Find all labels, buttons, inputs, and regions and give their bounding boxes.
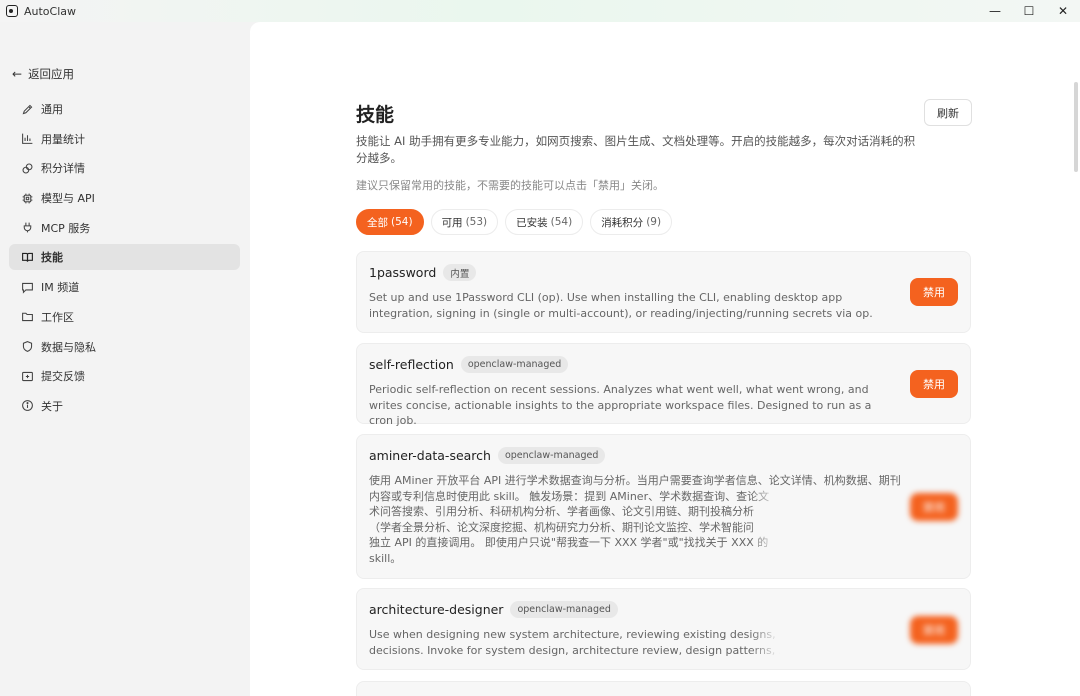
title-bar: AutoClaw — ☐ ✕ xyxy=(0,0,1080,22)
tab-count: (54) xyxy=(550,216,573,228)
chat-icon xyxy=(20,280,34,294)
skill-badge: openclaw-managed xyxy=(460,356,569,373)
sidebar-item-about[interactable]: 关于 xyxy=(9,393,240,419)
app-logo-icon xyxy=(6,5,18,17)
sidebar-item-label: 关于 xyxy=(41,399,63,413)
description-line: 使用 AMiner 开放平台 API 进行学术数据查询与分析。当用户需要查询学者… xyxy=(369,474,901,487)
plug-icon xyxy=(20,221,34,235)
filter-tabs: 全部 (54) 可用 (53) 已安装 (54) 消耗积分 (9) xyxy=(356,209,679,235)
coins-icon xyxy=(20,161,34,175)
tab-label: 可用 xyxy=(441,216,463,229)
sidebar-item-label: 技能 xyxy=(41,251,63,265)
tab-count: (53) xyxy=(465,216,488,228)
shield-icon xyxy=(20,340,34,354)
back-label: 返回应用 xyxy=(28,67,75,81)
sidebar-item-workspace[interactable]: 工作区 xyxy=(9,304,240,330)
pencil-icon xyxy=(20,102,34,116)
sidebar-item-label: IM 频道 xyxy=(41,281,80,295)
minimize-button[interactable]: — xyxy=(978,0,1012,22)
tab-available[interactable]: 可用 (53) xyxy=(430,209,499,235)
skill-badge: openclaw-managed xyxy=(510,601,618,618)
sidebar-item-label: 积分详情 xyxy=(41,162,85,176)
sidebar: ← 返回应用 通用 用量统计 积分详情 模型与 API MCP 服务 技能 IM… xyxy=(0,22,250,696)
skill-card-architecture-designer: architecture-designer openclaw-managed U… xyxy=(356,588,971,670)
skill-card-aminer-data-search: aminer-data-search openclaw-managed 使用 A… xyxy=(356,434,971,579)
window-controls: — ☐ ✕ xyxy=(978,0,1080,22)
page-title: 技能 xyxy=(356,104,395,126)
tab-label: 已安装 xyxy=(516,216,548,229)
sidebar-item-label: 工作区 xyxy=(41,310,74,324)
arrow-left-icon: ← xyxy=(12,67,23,81)
sidebar-item-models-api[interactable]: 模型与 API xyxy=(9,185,240,211)
tab-label: 全部 xyxy=(367,216,388,229)
chip-icon xyxy=(20,191,34,205)
skill-name: 1password xyxy=(369,265,437,280)
sidebar-item-skills[interactable]: 技能 xyxy=(9,244,240,271)
sidebar-item-label: MCP 服务 xyxy=(41,221,91,235)
bar-chart-icon xyxy=(20,132,34,146)
skill-card-self-reflection: self-reflection openclaw-managed Periodi… xyxy=(356,343,971,427)
info-icon xyxy=(20,399,34,413)
main-panel: 技能 刷新 技能让 AI 助手拥有更多专业能力，如网页搜索、图片生成、文档处理等… xyxy=(250,22,1080,696)
settings-nav: 通用 用量统计 积分详情 模型与 API MCP 服务 技能 IM 频道 工作区… xyxy=(9,96,240,423)
sidebar-item-label: 通用 xyxy=(41,103,63,116)
sidebar-item-label: 模型与 API xyxy=(41,192,95,206)
skill-description: Set up and use 1Password CLI (op). Use w… xyxy=(369,291,873,320)
window-title: AutoClaw xyxy=(24,4,77,18)
skill-card-1password: 1password 内置 Set up and use 1Password CL… xyxy=(356,251,971,333)
skill-badge: 内置 xyxy=(443,264,477,281)
tab-consumes-points[interactable]: 消耗积分 (9) xyxy=(590,209,673,235)
sidebar-item-data-privacy[interactable]: 数据与隐私 xyxy=(9,334,240,360)
back-to-app-link[interactable]: ← 返回应用 xyxy=(12,66,74,82)
page-hint: 建议只保留常用的技能，不需要的技能可以点击「禁用」关闭。 xyxy=(356,179,664,192)
sidebar-item-mcp[interactable]: MCP 服务 xyxy=(9,215,240,241)
tab-label: 消耗积分 xyxy=(601,216,644,229)
refresh-button[interactable]: 刷新 xyxy=(924,99,972,126)
folder-icon xyxy=(20,310,34,324)
skill-badge: openclaw-managed xyxy=(497,447,606,464)
skill-description: Periodic self-reflection on recent sessi… xyxy=(369,383,872,427)
disable-button[interactable]: 禁用 xyxy=(910,616,958,644)
scrollbar[interactable] xyxy=(1074,82,1078,172)
disable-button[interactable]: 禁用 xyxy=(910,278,958,306)
tab-all[interactable]: 全部 (54) xyxy=(356,209,424,235)
skill-name: architecture-designer xyxy=(369,602,504,617)
page-description: 技能让 AI 助手拥有更多专业能力，如网页搜索、图片生成、文档处理等。开启的技能… xyxy=(356,134,916,165)
fade-overlay xyxy=(750,619,900,669)
sidebar-item-feedback[interactable]: 提交反馈 xyxy=(9,363,240,389)
disable-button[interactable]: 禁用 xyxy=(910,370,958,398)
skill-name: aminer-data-search xyxy=(369,448,491,463)
sidebar-item-general[interactable]: 通用 xyxy=(9,96,240,122)
sidebar-item-label: 提交反馈 xyxy=(41,370,85,384)
feedback-icon xyxy=(20,369,34,383)
fade-overlay xyxy=(750,490,900,578)
sidebar-item-points[interactable]: 积分详情 xyxy=(9,155,240,181)
sidebar-item-label: 用量统计 xyxy=(41,132,85,146)
sidebar-item-label: 数据与隐私 xyxy=(41,340,96,354)
close-button[interactable]: ✕ xyxy=(1046,0,1080,22)
maximize-button[interactable]: ☐ xyxy=(1012,0,1046,22)
tab-count: (9) xyxy=(646,216,662,228)
skill-card-partial xyxy=(356,681,971,696)
sidebar-item-im-channels[interactable]: IM 频道 xyxy=(9,274,240,300)
sidebar-item-usage-stats[interactable]: 用量统计 xyxy=(9,126,240,152)
book-icon xyxy=(20,250,34,264)
disable-button[interactable]: 禁用 xyxy=(910,493,958,521)
tab-installed[interactable]: 已安装 (54) xyxy=(505,209,584,235)
tab-count: (54) xyxy=(391,216,413,228)
skill-name: self-reflection xyxy=(369,357,454,372)
